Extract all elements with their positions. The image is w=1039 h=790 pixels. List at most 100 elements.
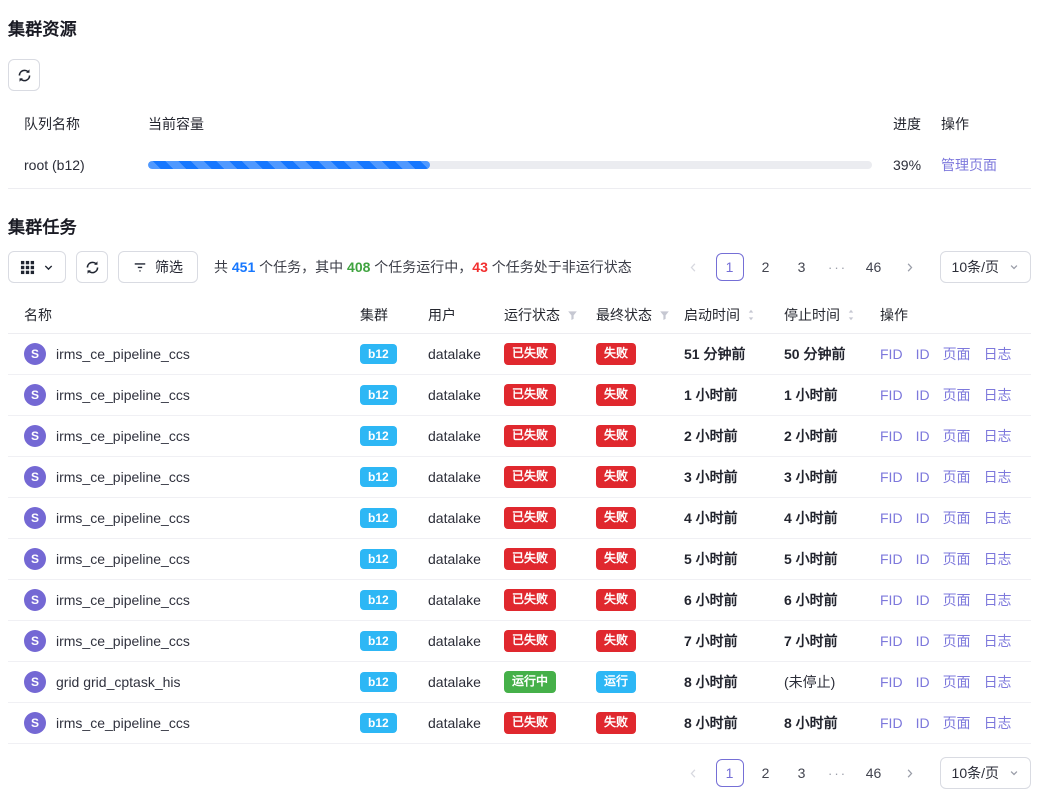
column-settings-button[interactable] — [8, 251, 66, 283]
task-row: S irms_ce_pipeline_ccs b12 datalake 已失败 … — [8, 457, 1031, 498]
page-link[interactable]: 页面 — [943, 508, 971, 528]
id-link[interactable]: ID — [916, 551, 930, 567]
page-button-2[interactable]: 2 — [752, 759, 780, 787]
id-link[interactable]: ID — [916, 428, 930, 444]
page-link[interactable]: 页面 — [943, 631, 971, 651]
page-ellipsis[interactable]: ··· — [824, 759, 852, 787]
next-page-button[interactable] — [896, 759, 924, 787]
fid-link[interactable]: FID — [880, 715, 903, 731]
final-status-badge: 失败 — [596, 712, 636, 734]
refresh-icon — [85, 260, 100, 275]
page-button-last[interactable]: 46 — [860, 253, 888, 281]
cluster-tasks-title: 集群任务 — [8, 213, 1031, 238]
user-name: datalake — [428, 674, 504, 690]
running-count: 408 — [347, 259, 370, 275]
log-link[interactable]: 日志 — [984, 549, 1012, 569]
page-link[interactable]: 页面 — [943, 467, 971, 487]
prev-page-button[interactable] — [680, 759, 708, 787]
page-button-3[interactable]: 3 — [788, 759, 816, 787]
id-link[interactable]: ID — [916, 715, 930, 731]
page-link[interactable]: 页面 — [943, 549, 971, 569]
stop-time: 2 小时前 — [784, 428, 838, 444]
fid-link[interactable]: FID — [880, 510, 903, 526]
fid-link[interactable]: FID — [880, 346, 903, 362]
id-link[interactable]: ID — [916, 346, 930, 362]
spark-avatar: S — [24, 671, 46, 693]
manage-page-link[interactable]: 管理页面 — [941, 157, 997, 173]
fid-link[interactable]: FID — [880, 428, 903, 444]
next-page-button[interactable] — [896, 253, 924, 281]
page-button-last[interactable]: 46 — [860, 759, 888, 787]
page-link[interactable]: 页面 — [943, 672, 971, 692]
sorter-icon[interactable] — [847, 308, 855, 322]
filter-button[interactable]: 筛选 — [118, 251, 198, 283]
fid-link[interactable]: FID — [880, 469, 903, 485]
spark-avatar: S — [24, 507, 46, 529]
resources-refresh-button[interactable] — [8, 59, 40, 91]
stop-time-header[interactable]: 停止时间 — [784, 305, 880, 325]
run-status-badge: 已失败 — [504, 712, 556, 734]
fid-link[interactable]: FID — [880, 633, 903, 649]
fid-link[interactable]: FID — [880, 387, 903, 403]
fid-link[interactable]: FID — [880, 674, 903, 690]
chevron-down-icon — [1009, 262, 1019, 272]
filter-funnel-icon[interactable] — [659, 310, 670, 321]
prev-page-button[interactable] — [680, 253, 708, 281]
fid-link[interactable]: FID — [880, 551, 903, 567]
log-link[interactable]: 日志 — [984, 508, 1012, 528]
log-link[interactable]: 日志 — [984, 713, 1012, 733]
user-name: datalake — [428, 715, 504, 731]
page-link[interactable]: 页面 — [943, 590, 971, 610]
resources-table-header: 队列名称 当前容量 进度 操作 — [8, 107, 1031, 141]
run-status-header[interactable]: 运行状态 — [504, 305, 596, 325]
start-time: 8 小时前 — [684, 674, 738, 690]
start-time: 3 小时前 — [684, 469, 738, 485]
start-time-header[interactable]: 启动时间 — [684, 305, 784, 325]
log-link[interactable]: 日志 — [984, 631, 1012, 651]
task-row: S irms_ce_pipeline_ccs b12 datalake 已失败 … — [8, 498, 1031, 539]
id-link[interactable]: ID — [916, 633, 930, 649]
log-link[interactable]: 日志 — [984, 426, 1012, 446]
task-row: S irms_ce_pipeline_ccs b12 datalake 已失败 … — [8, 334, 1031, 375]
page-link[interactable]: 页面 — [943, 426, 971, 446]
page-size-select[interactable]: 10条/页 — [940, 757, 1031, 789]
page-button-1[interactable]: 1 — [716, 253, 744, 281]
page-button-3[interactable]: 3 — [788, 253, 816, 281]
filter-funnel-icon[interactable] — [567, 310, 578, 321]
page-link[interactable]: 页面 — [943, 385, 971, 405]
task-name: irms_ce_pipeline_ccs — [56, 469, 190, 485]
fid-link[interactable]: FID — [880, 592, 903, 608]
id-link[interactable]: ID — [916, 387, 930, 403]
top-pagination: 1 2 3 ··· 46 — [680, 253, 924, 281]
page-size-select[interactable]: 10条/页 — [940, 251, 1031, 283]
log-link[interactable]: 日志 — [984, 344, 1012, 364]
stop-time: 7 小时前 — [784, 633, 838, 649]
user-name: datalake — [428, 592, 504, 608]
stop-time: 6 小时前 — [784, 592, 838, 608]
cluster-tag: b12 — [360, 549, 397, 569]
task-row: S irms_ce_pipeline_ccs b12 datalake 已失败 … — [8, 621, 1031, 662]
non-running-count: 43 — [472, 259, 488, 275]
page-link[interactable]: 页面 — [943, 713, 971, 733]
id-link[interactable]: ID — [916, 674, 930, 690]
stop-time: 1 小时前 — [784, 387, 838, 403]
row-actions: FID ID 页面日志 — [880, 467, 1031, 487]
page-button-1[interactable]: 1 — [716, 759, 744, 787]
sorter-icon[interactable] — [747, 308, 755, 322]
run-status-badge: 已失败 — [504, 589, 556, 611]
tasks-refresh-button[interactable] — [76, 251, 108, 283]
page-link[interactable]: 页面 — [943, 344, 971, 364]
log-link[interactable]: 日志 — [984, 467, 1012, 487]
id-link[interactable]: ID — [916, 592, 930, 608]
page-button-2[interactable]: 2 — [752, 253, 780, 281]
capacity-progress-bar — [148, 161, 872, 169]
log-link[interactable]: 日志 — [984, 385, 1012, 405]
resource-row: root (b12) 39% 管理页面 — [8, 141, 1031, 189]
page-ellipsis[interactable]: ··· — [824, 253, 852, 281]
id-link[interactable]: ID — [916, 510, 930, 526]
id-link[interactable]: ID — [916, 469, 930, 485]
log-link[interactable]: 日志 — [984, 672, 1012, 692]
page-size-label: 10条/页 — [952, 257, 999, 277]
final-status-header[interactable]: 最终状态 — [596, 305, 684, 325]
log-link[interactable]: 日志 — [984, 590, 1012, 610]
